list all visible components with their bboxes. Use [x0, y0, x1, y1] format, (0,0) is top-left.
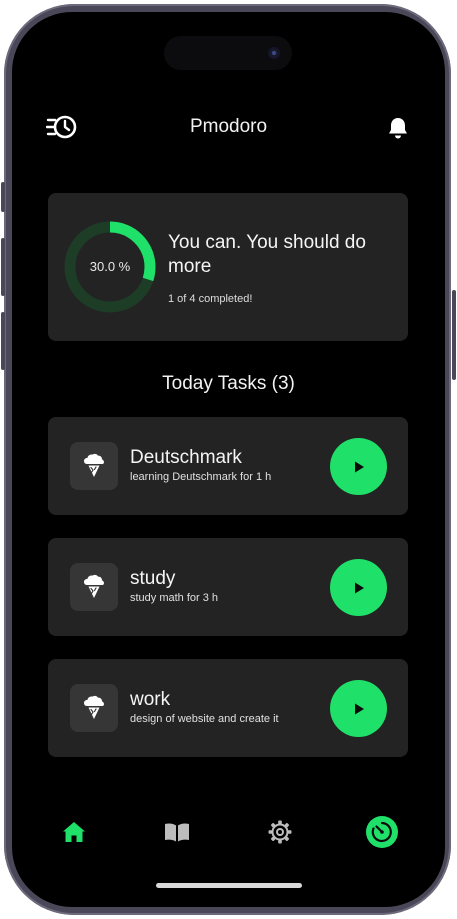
book-icon — [165, 823, 189, 842]
ice-cream-icon — [70, 442, 118, 490]
side-button-power — [452, 290, 456, 380]
task-description: design of website and create it — [130, 713, 279, 725]
screen: Pmodoro 30.0 % You can. You should do mo… — [12, 12, 445, 907]
gear-icon — [268, 820, 292, 844]
ice-cream-icon — [70, 563, 118, 611]
side-button-volume-up — [1, 238, 5, 296]
task-name: study — [130, 568, 176, 589]
play-button[interactable] — [330, 680, 387, 737]
app-title: Pmodoro — [189, 116, 268, 137]
app-header: Pmodoro — [12, 108, 445, 148]
bottom-navbar — [12, 812, 445, 852]
play-icon — [354, 703, 364, 714]
nav-settings[interactable] — [260, 812, 300, 852]
task-card[interactable]: work design of website and create it — [48, 659, 408, 757]
task-description: learning Deutschmark for 1 h — [130, 471, 272, 483]
bell-icon[interactable] — [382, 112, 414, 144]
home-icon — [63, 822, 85, 842]
side-button-action — [1, 182, 5, 212]
today-tasks-title: Today Tasks (3) — [162, 373, 295, 394]
task-card[interactable]: Deutschmark learning Deutschmark for 1 h — [48, 417, 408, 515]
task-name: Deutschmark — [130, 447, 242, 468]
timer-icon — [366, 816, 398, 848]
play-button[interactable] — [330, 559, 387, 616]
nav-timer[interactable] — [362, 812, 402, 852]
completed-count: 1 of 4 completed! — [168, 293, 253, 305]
task-description: study math for 3 h — [130, 592, 219, 604]
nav-library[interactable] — [157, 812, 197, 852]
motivation-text: You can. You should do more — [168, 232, 366, 277]
dynamic-island — [164, 36, 292, 70]
progress-card: 30.0 % You can. You should do more 1 of … — [48, 193, 408, 341]
side-button-volume-down — [1, 312, 5, 370]
front-camera — [268, 47, 280, 59]
ice-cream-icon — [70, 684, 118, 732]
home-indicator — [156, 883, 302, 888]
task-name: work — [130, 689, 171, 710]
task-card[interactable]: study study math for 3 h — [48, 538, 408, 636]
progress-percent: 30.0 % — [89, 259, 131, 274]
nav-home[interactable] — [54, 812, 94, 852]
play-icon — [354, 461, 364, 472]
play-button[interactable] — [330, 438, 387, 495]
play-icon — [354, 582, 364, 593]
